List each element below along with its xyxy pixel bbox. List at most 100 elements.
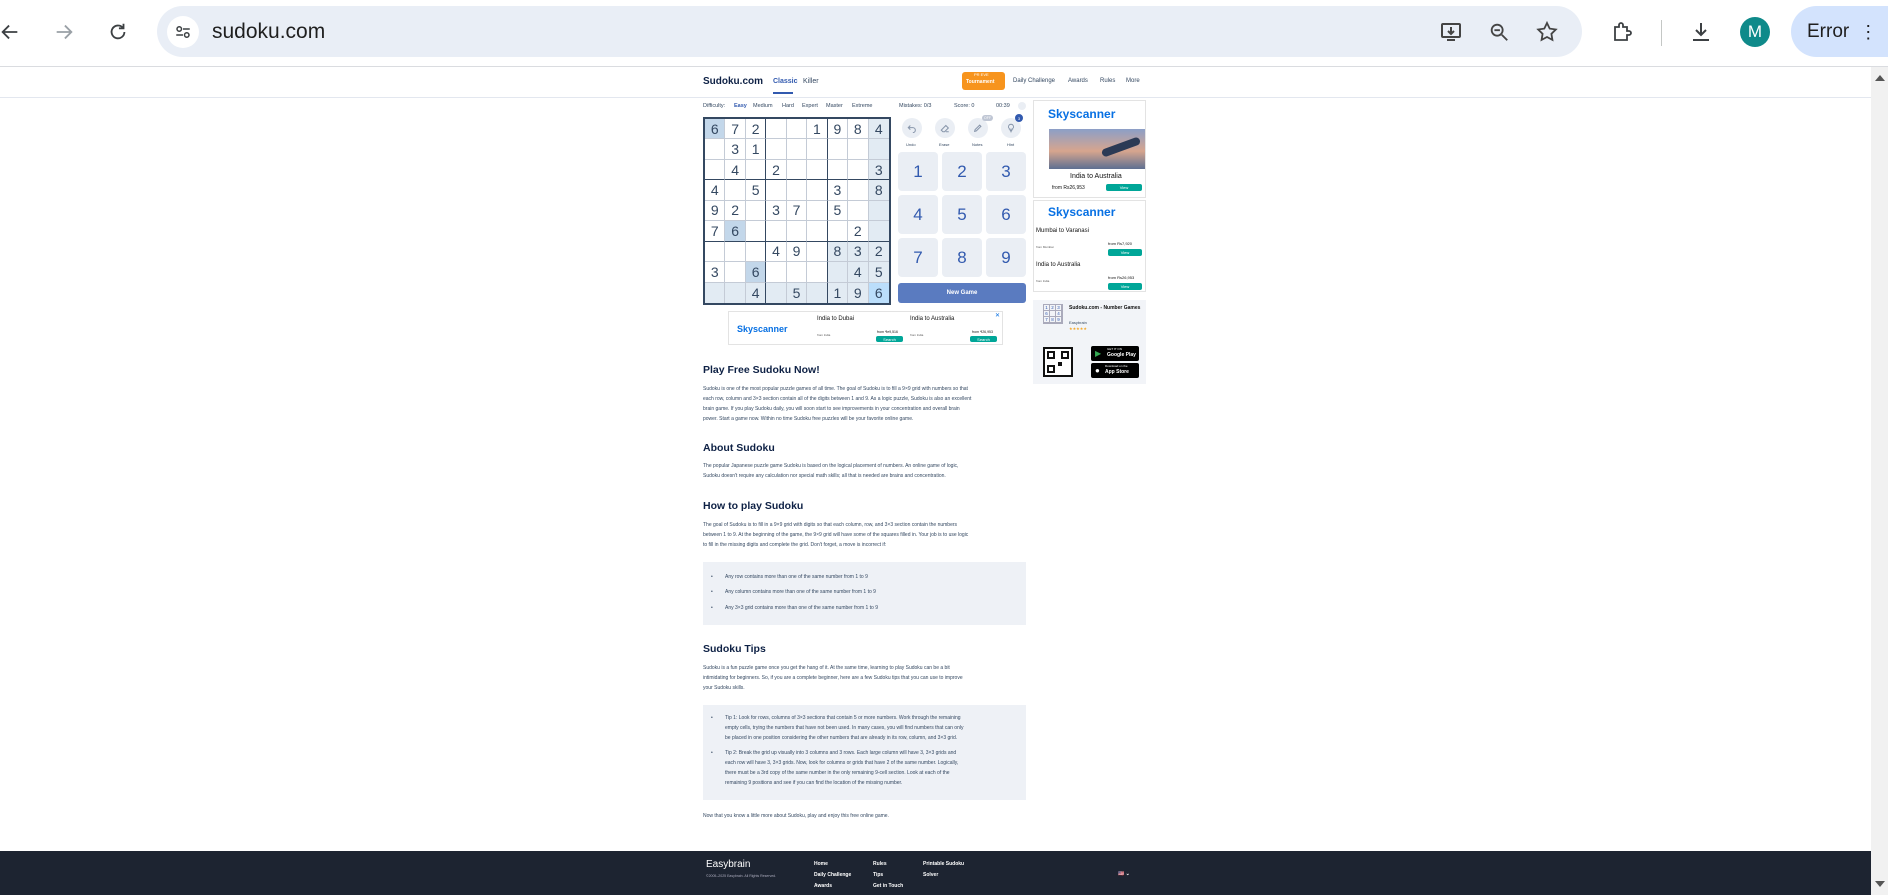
sudoku-cell[interactable]: 9 (786, 241, 808, 263)
sudoku-cell[interactable]: 9 (827, 119, 849, 140)
footer-link-rules[interactable]: Rules (873, 861, 887, 867)
sudoku-cell[interactable] (807, 159, 828, 181)
sudoku-cell[interactable]: 7 (786, 200, 808, 222)
numpad-key[interactable]: 9 (986, 238, 1026, 277)
numpad-key[interactable]: 4 (898, 195, 938, 234)
difficulty-expert[interactable]: Expert (802, 103, 818, 109)
sudoku-board[interactable]: 67219843142345389237576249832364545196 (703, 117, 891, 305)
sudoku-cell[interactable] (766, 282, 787, 303)
difficulty-master[interactable]: Master (826, 103, 843, 109)
sudoku-cell[interactable] (868, 139, 889, 160)
sudoku-cell[interactable] (705, 159, 726, 181)
numpad-key[interactable]: 1 (898, 152, 938, 191)
sudoku-cell[interactable]: 4 (745, 282, 767, 303)
site-settings-icon[interactable] (167, 16, 199, 48)
sudoku-cell[interactable] (745, 221, 767, 242)
sudoku-cell[interactable]: 5 (786, 282, 808, 303)
sudoku-cell[interactable] (786, 221, 808, 242)
sudoku-cell[interactable]: 2 (868, 241, 889, 263)
sudoku-cell[interactable] (766, 139, 787, 160)
sudoku-cell[interactable] (786, 139, 808, 160)
sudoku-cell[interactable]: 6 (725, 221, 746, 242)
vertical-scrollbar[interactable] (1871, 67, 1888, 895)
sudoku-cell[interactable]: 4 (868, 119, 889, 140)
footer-link-tips[interactable]: Tips (873, 872, 883, 878)
sudoku-cell[interactable] (807, 241, 828, 263)
sudoku-cell[interactable] (766, 221, 787, 242)
footer-link-home[interactable]: Home (814, 861, 828, 867)
sudoku-cell[interactable] (786, 180, 808, 201)
app-store-badge[interactable]: Download on the App Store ● (1091, 363, 1139, 378)
sudoku-cell[interactable] (827, 139, 849, 160)
tab-classic[interactable]: Classic (773, 78, 798, 85)
sudoku-cell[interactable] (745, 241, 767, 263)
sudoku-cell[interactable]: 8 (868, 180, 889, 201)
sudoku-cell[interactable] (725, 180, 746, 201)
sudoku-cell[interactable]: 3 (848, 241, 869, 263)
google-play-badge[interactable]: GET IT ON Google Play ▶ (1091, 346, 1139, 361)
notes-label[interactable]: Notes (972, 142, 982, 147)
sudoku-cell[interactable] (786, 262, 808, 283)
sudoku-cell[interactable]: 3 (705, 262, 726, 283)
numpad-key[interactable]: 3 (986, 152, 1026, 191)
sudoku-cell[interactable] (705, 139, 726, 160)
ad-route-2-view-button[interactable]: View (1108, 283, 1142, 290)
downloads-icon[interactable] (1683, 14, 1719, 50)
sudoku-cell[interactable]: 4 (766, 241, 787, 263)
sudoku-cell[interactable] (848, 139, 869, 160)
sudoku-cell[interactable]: 4 (705, 180, 726, 201)
ad-search-button-2[interactable]: Search (970, 336, 997, 342)
difficulty-medium[interactable]: Medium (753, 103, 773, 109)
sudoku-cell[interactable] (807, 221, 828, 242)
sudoku-cell[interactable]: 2 (848, 221, 869, 242)
error-button[interactable]: Error ⋮ (1791, 6, 1888, 57)
sudoku-cell[interactable]: 1 (745, 139, 767, 160)
numpad-key[interactable]: 2 (942, 152, 982, 191)
undo-icon[interactable] (902, 118, 922, 138)
bookmark-star-icon[interactable] (1531, 16, 1563, 48)
sudoku-cell[interactable] (827, 159, 849, 181)
pause-icon[interactable] (1018, 102, 1026, 110)
sudoku-cell[interactable] (725, 262, 746, 283)
sudoku-cell[interactable]: 1 (827, 282, 849, 303)
sudoku-cell[interactable] (725, 241, 746, 263)
sudoku-cell[interactable]: 1 (807, 119, 828, 140)
nav-daily-challenge[interactable]: Daily Challenge (1013, 78, 1055, 84)
numpad-key[interactable]: 5 (942, 195, 982, 234)
sudoku-cell[interactable] (725, 282, 746, 303)
install-app-icon[interactable] (1435, 16, 1467, 48)
url-text[interactable]: sudoku.com (212, 20, 325, 44)
footer-link-get-in-touch[interactable]: Get in Touch (873, 883, 903, 889)
sudoku-cell[interactable]: 3 (827, 180, 849, 201)
difficulty-easy[interactable]: Easy (734, 103, 747, 109)
sudoku-cell[interactable]: 2 (745, 119, 767, 140)
sudoku-cell[interactable] (766, 119, 787, 140)
zoom-icon[interactable] (1483, 16, 1515, 48)
sudoku-cell[interactable]: 9 (848, 282, 869, 303)
app-promo-card[interactable]: 12364789 Sudoku.com - Number Games Easyb… (1033, 300, 1146, 384)
numpad-key[interactable]: 7 (898, 238, 938, 277)
back-icon[interactable] (0, 14, 28, 50)
sudoku-cell[interactable] (745, 159, 767, 181)
sudoku-cell[interactable] (807, 282, 828, 303)
sudoku-cell[interactable]: 3 (766, 200, 787, 222)
sudoku-cell[interactable] (766, 180, 787, 201)
ad-view-button[interactable]: View (1106, 184, 1142, 191)
footer-link-awards[interactable]: Awards (814, 883, 832, 889)
sudoku-cell[interactable] (807, 200, 828, 222)
sudoku-cell[interactable]: 6 (868, 282, 889, 303)
sudoku-cell[interactable] (807, 139, 828, 160)
ad-sidebar-2[interactable]: Skyscanner Mumbai to Varanasi from Mumba… (1033, 200, 1146, 292)
notes-icon[interactable] (968, 118, 988, 138)
sudoku-cell[interactable]: 6 (745, 262, 767, 283)
ad-sidebar-1[interactable]: Skyscanner India to Australia from Rs26,… (1033, 100, 1146, 198)
sudoku-cell[interactable]: 5 (827, 200, 849, 222)
sudoku-cell[interactable]: 6 (705, 119, 726, 140)
sudoku-cell[interactable] (868, 221, 889, 242)
sudoku-cell[interactable]: 7 (725, 119, 746, 140)
tab-killer[interactable]: Killer (803, 78, 819, 85)
sudoku-cell[interactable]: 2 (725, 200, 746, 222)
sudoku-cell[interactable]: 3 (725, 139, 746, 160)
sudoku-cell[interactable]: 9 (705, 200, 726, 222)
undo-label[interactable]: Undo (906, 142, 916, 147)
